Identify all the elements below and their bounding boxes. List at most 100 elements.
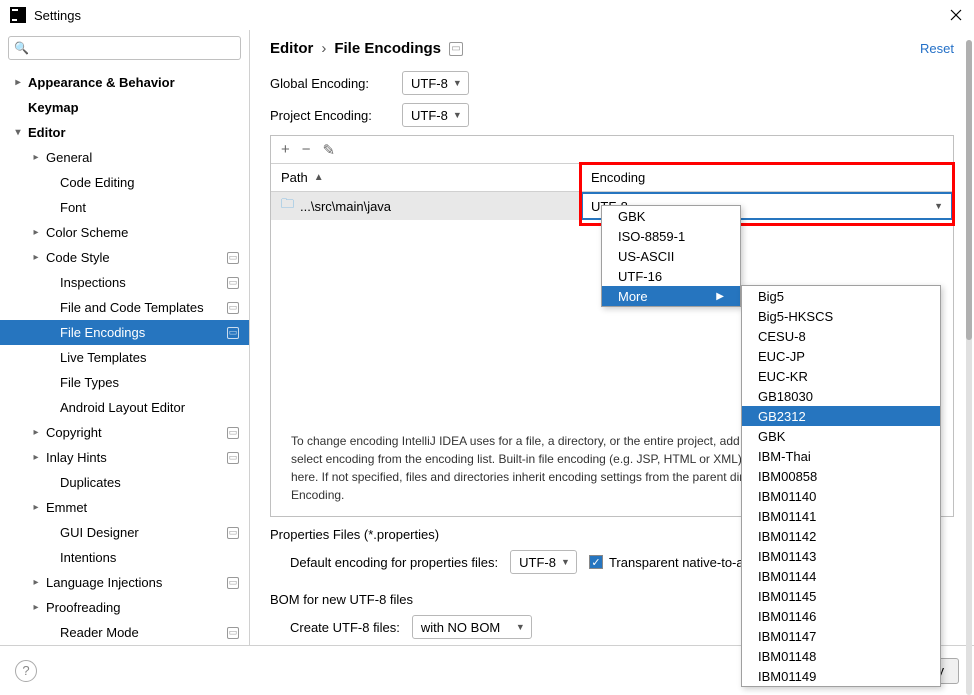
sidebar-item[interactable]: ▸General (0, 145, 249, 170)
sidebar-item[interactable]: ▸ Proofreading (0, 595, 249, 620)
sidebar-item-label: Duplicates (60, 475, 121, 490)
dropdown-item[interactable]: GBK (742, 426, 940, 446)
sidebar-item[interactable]: Keymap (0, 95, 249, 120)
dropdown-item[interactable]: IBM01141 (742, 506, 940, 526)
column-encoding-header[interactable]: Encoding (581, 164, 953, 192)
sidebar-item[interactable]: File Encodings▭ (0, 320, 249, 345)
sidebar-item-label: Font (60, 200, 86, 215)
sidebar-item-label: Android Layout Editor (60, 400, 185, 415)
scope-badge-icon: ▭ (449, 42, 463, 56)
dropdown-item[interactable]: IBM01147 (742, 626, 940, 646)
dropdown-item[interactable]: EUC-JP (742, 346, 940, 366)
dropdown-item[interactable]: IBM01146 (742, 606, 940, 626)
reset-button[interactable]: Reset (920, 41, 954, 56)
dropdown-item[interactable]: IBM01143 (742, 546, 940, 566)
sidebar-item[interactable]: ▸Inlay Hints▭ (0, 445, 249, 470)
sidebar: 🔍 ▸Appearance & BehaviorKeymap▾Editor▸Ge… (0, 30, 250, 645)
sidebar-item-label: Copyright (46, 425, 102, 440)
sidebar-item[interactable]: Duplicates (0, 470, 249, 495)
close-icon[interactable] (948, 7, 964, 23)
dropdown-item[interactable]: GBK (602, 206, 740, 226)
scope-badge-icon: ▭ (227, 577, 239, 589)
cell-path: 🗀 ...\src\main\java (271, 192, 581, 220)
sidebar-item-label: File Types (60, 375, 119, 390)
title-bar: Settings (0, 0, 974, 30)
sidebar-item-label: File Encodings (60, 325, 145, 340)
sidebar-item[interactable]: GUI Designer▭ (0, 520, 249, 545)
window-title: Settings (34, 8, 948, 23)
chevron-right-icon: ▸ (30, 152, 42, 163)
column-path-header[interactable]: Path▲ (271, 164, 581, 192)
dropdown-item[interactable]: UTF-16 (602, 266, 740, 286)
search-input-wrap[interactable]: 🔍 (8, 36, 241, 60)
sidebar-item[interactable]: ▸Copyright▭ (0, 420, 249, 445)
dropdown-item[interactable]: EUC-KR (742, 366, 940, 386)
dropdown-item[interactable]: IBM01148 (742, 646, 940, 666)
dropdown-item[interactable]: Big5-HKSCS (742, 306, 940, 326)
sidebar-item-label: Proofreading (46, 600, 120, 615)
settings-tree: ▸Appearance & BehaviorKeymap▾Editor▸Gene… (0, 66, 249, 645)
sidebar-item[interactable]: ▸Code Style▭ (0, 245, 249, 270)
dropdown-item[interactable]: IBM01149 (742, 666, 940, 686)
scope-badge-icon: ▭ (227, 302, 239, 314)
sidebar-item[interactable]: Inspections▭ (0, 270, 249, 295)
sidebar-item-label: GUI Designer (60, 525, 139, 540)
sidebar-item[interactable]: Reader Mode▭ (0, 620, 249, 645)
dropdown-item[interactable]: ISO-8859-1 (602, 226, 740, 246)
sidebar-item[interactable]: ▾Editor (0, 120, 249, 145)
create-utf8-combo[interactable]: with NO BOM (412, 615, 532, 639)
dropdown-item[interactable]: IBM-Thai (742, 446, 940, 466)
edit-icon[interactable]: ✎ (323, 141, 336, 159)
sidebar-item-label: Intentions (60, 550, 116, 565)
scope-badge-icon: ▭ (227, 627, 239, 639)
project-encoding-label: Project Encoding: (270, 108, 390, 123)
dropdown-item[interactable]: GB18030 (742, 386, 940, 406)
dropdown-item[interactable]: GB2312 (742, 406, 940, 426)
dropdown-item[interactable]: Big5 (742, 286, 940, 306)
dropdown-item[interactable]: IBM01142 (742, 526, 940, 546)
default-props-encoding-combo[interactable]: UTF-8 (510, 550, 577, 574)
folder-icon: 🗀 (281, 195, 294, 217)
search-input[interactable] (8, 36, 241, 60)
add-icon[interactable]: + (281, 141, 290, 158)
sidebar-item[interactable]: File and Code Templates▭ (0, 295, 249, 320)
chevron-right-icon: ▸ (30, 602, 42, 613)
default-props-encoding-label: Default encoding for properties files: (290, 555, 498, 570)
chevron-right-icon: ▸ (30, 227, 42, 238)
dropdown-item[interactable]: CESU-8 (742, 326, 940, 346)
dropdown-item[interactable]: IBM01144 (742, 566, 940, 586)
search-icon: 🔍 (14, 41, 29, 55)
dropdown-item[interactable]: More▶ (602, 286, 740, 306)
sidebar-item[interactable]: Android Layout Editor (0, 395, 249, 420)
sidebar-item[interactable]: Code Editing (0, 170, 249, 195)
chevron-right-icon: ▸ (12, 77, 24, 88)
dropdown-item[interactable]: IBM01140 (742, 486, 940, 506)
sidebar-item-label: Color Scheme (46, 225, 128, 240)
project-encoding-combo[interactable]: UTF-8 (402, 103, 469, 127)
breadcrumb-parent[interactable]: Editor (270, 40, 313, 57)
remove-icon[interactable]: − (302, 141, 311, 158)
table-toolbar: + − ✎ (271, 136, 953, 164)
sidebar-item[interactable]: ▸Language Injections▭ (0, 570, 249, 595)
chevron-right-icon: ▸ (30, 577, 42, 588)
dropdown-item[interactable]: US-ASCII (602, 246, 740, 266)
sidebar-item-label: Code Editing (60, 175, 134, 190)
scope-badge-icon: ▭ (227, 252, 239, 264)
dropdown-item[interactable]: IBM01145 (742, 586, 940, 606)
sidebar-item[interactable]: Intentions (0, 545, 249, 570)
sidebar-item[interactable]: Font (0, 195, 249, 220)
sidebar-item[interactable]: ▸Emmet (0, 495, 249, 520)
dropdown-item[interactable]: IBM00858 (742, 466, 940, 486)
encoding-more-dropdown[interactable]: Big5Big5-HKSCSCESU-8EUC-JPEUC-KRGB18030G… (741, 285, 941, 687)
encoding-dropdown[interactable]: GBKISO-8859-1US-ASCIIUTF-16More▶ (601, 205, 741, 307)
scope-badge-icon: ▭ (227, 277, 239, 289)
sidebar-item[interactable]: ▸Appearance & Behavior (0, 70, 249, 95)
chevron-right-icon: ▸ (30, 252, 42, 263)
sidebar-item[interactable]: File Types (0, 370, 249, 395)
create-utf8-label: Create UTF-8 files: (290, 620, 400, 635)
submenu-arrow-icon: ▶ (716, 291, 724, 302)
global-encoding-combo[interactable]: UTF-8 (402, 71, 469, 95)
sidebar-item[interactable]: ▸ Color Scheme (0, 220, 249, 245)
help-button[interactable]: ? (15, 660, 37, 682)
sidebar-item[interactable]: Live Templates (0, 345, 249, 370)
